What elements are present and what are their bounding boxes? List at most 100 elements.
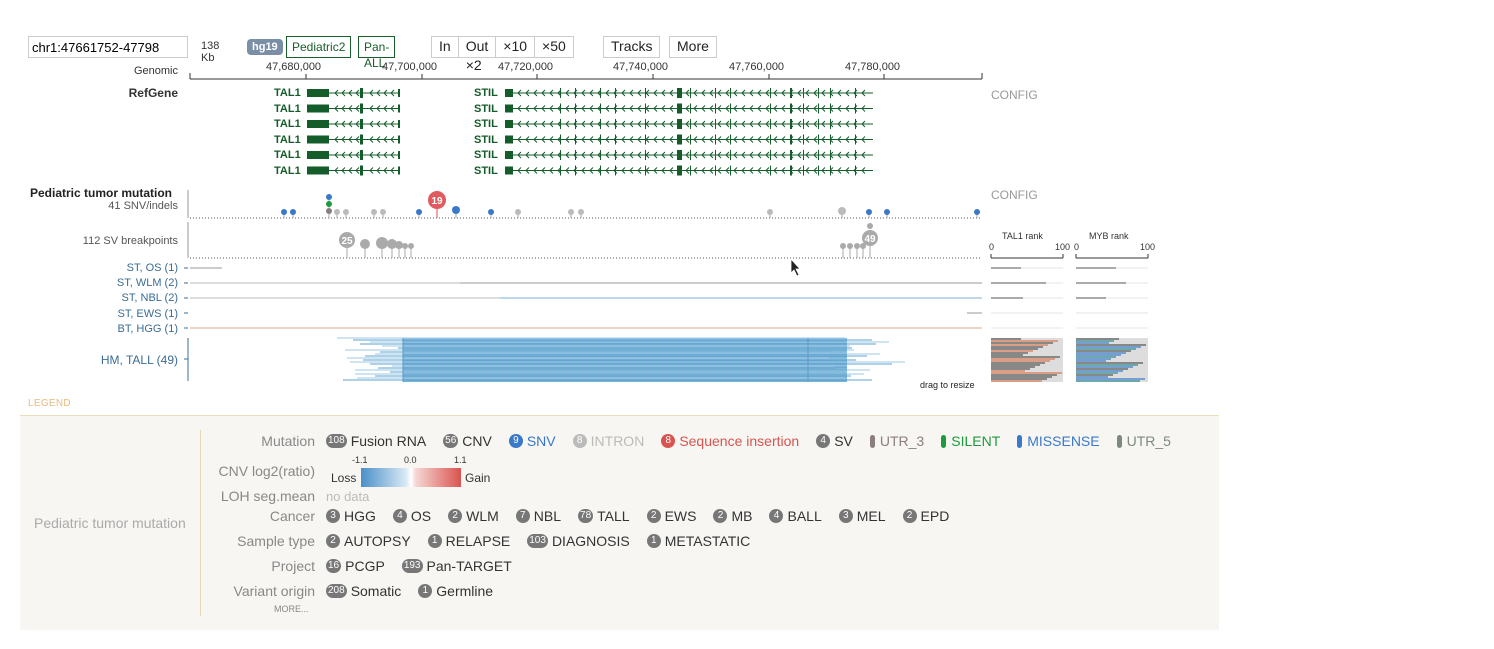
legend-item[interactable]: UTR_3: [869, 433, 924, 449]
exon: [615, 150, 616, 160]
legend-item[interactable]: 4 OS: [392, 508, 432, 524]
snv-dot[interactable]: [767, 209, 773, 215]
exon: [730, 88, 731, 98]
exon: [360, 165, 363, 176]
legend-item-label: INTRON: [590, 433, 645, 449]
mutation-lollipops[interactable]: 19 25 49: [187, 190, 982, 259]
cnv-max-value: 1.1: [454, 455, 467, 465]
snv-dot[interactable]: [568, 209, 574, 215]
snv-dot[interactable]: [290, 209, 296, 215]
snv-dot[interactable]: [281, 209, 287, 215]
count-badge: 193: [401, 559, 423, 573]
exon: [307, 104, 329, 113]
legend-item[interactable]: 8 INTRON: [572, 433, 645, 449]
sv-dot[interactable]: [408, 243, 414, 249]
legend-item[interactable]: 4 BALL: [769, 508, 822, 524]
exon: [575, 88, 576, 98]
legend-item[interactable]: 16 PCGP: [326, 558, 385, 574]
snv-dot[interactable]: [334, 209, 340, 215]
legend-item[interactable]: 7 NBL: [515, 508, 562, 524]
exon: [730, 103, 731, 114]
legend-item[interactable]: 3 HGG: [326, 508, 376, 524]
legend-item[interactable]: 2 EWS: [646, 508, 696, 524]
sv-dot[interactable]: [395, 241, 403, 249]
legend-item[interactable]: 78 TALL: [578, 508, 630, 524]
snv-dot[interactable]: [343, 209, 349, 215]
legend-item-label: AUTOPSY: [344, 533, 411, 549]
snv-dot[interactable]: [371, 209, 377, 215]
sv-dot[interactable]: [376, 237, 388, 249]
snv-dot[interactable]: [326, 208, 332, 214]
legend-item-label: NBL: [533, 508, 562, 524]
exon: [505, 120, 513, 128]
sv-dot[interactable]: [867, 223, 873, 229]
legend-origin-label: Variant origin: [233, 583, 315, 599]
legend-item-label: SNV: [526, 433, 556, 449]
legend-item[interactable]: 8 Sequence insertion: [661, 433, 799, 449]
legend-item-label: Somatic: [350, 583, 402, 599]
sv-dot[interactable]: [360, 239, 370, 249]
mouse-cursor-icon: [790, 257, 801, 277]
count-badge: 2: [646, 509, 661, 523]
snv-dot[interactable]: [838, 207, 846, 215]
legend-item[interactable]: 193 Pan-TARGET: [401, 558, 512, 574]
legend-item[interactable]: 103 DIAGNOSIS: [527, 533, 630, 549]
legend-item[interactable]: 2 AUTOPSY: [326, 533, 411, 549]
legend-item-label: MISSENSE: [1027, 433, 1100, 449]
exon: [615, 165, 616, 176]
sv-dot[interactable]: [847, 243, 853, 249]
legend-item[interactable]: 2 WLM: [448, 508, 499, 524]
exon: [307, 166, 329, 175]
sv-dot[interactable]: [840, 243, 846, 249]
legend-header[interactable]: LEGEND: [28, 398, 71, 409]
legend-item[interactable]: 3 MEL: [838, 508, 886, 524]
class-color-swatch: [869, 434, 875, 448]
exon: [600, 119, 601, 129]
exon: [360, 88, 363, 98]
refgene-transcripts[interactable]: [307, 88, 873, 176]
snv-dot[interactable]: [884, 209, 890, 215]
sv-dot[interactable]: [854, 243, 860, 249]
legend-item[interactable]: UTR_5: [1116, 433, 1171, 449]
legend-item[interactable]: 4 SV: [816, 433, 853, 449]
snv-dot[interactable]: [326, 194, 332, 200]
exon: [770, 165, 771, 176]
snv-dot[interactable]: [488, 209, 494, 215]
count-badge: 4: [816, 434, 831, 448]
sample-tracks[interactable]: [184, 267, 982, 382]
snv-dot[interactable]: [452, 206, 460, 214]
exon: [690, 88, 691, 98]
snv-dot[interactable]: [326, 201, 332, 207]
snv-dot[interactable]: [380, 209, 386, 215]
legend-item[interactable]: 2 EPD: [902, 508, 949, 524]
legend-item[interactable]: 208 Somatic: [326, 583, 401, 599]
count-badge: 208: [326, 584, 347, 598]
snv-dot[interactable]: [578, 209, 584, 215]
browser-graphics[interactable]: 19 25 49: [0, 0, 1494, 400]
snv-dot[interactable]: [974, 209, 980, 215]
exon: [730, 165, 731, 176]
legend-more-link[interactable]: MORE...: [274, 604, 309, 614]
exon: [307, 135, 329, 144]
legend-item[interactable]: 1 METASTATIC: [646, 533, 750, 549]
legend-loh-label: LOH seg.mean: [220, 488, 315, 504]
legend-item[interactable]: 9 SNV: [508, 433, 556, 449]
snv-dot[interactable]: [866, 209, 872, 215]
cnv-gradient: [361, 468, 461, 487]
legend-item[interactable]: 1 Germline: [418, 583, 493, 599]
snv-dot[interactable]: [416, 209, 422, 215]
legend-sample-label: Sample type: [237, 533, 315, 549]
exon: [715, 134, 716, 145]
legend-origin-row: 208 Somatic 1 Germline: [326, 582, 510, 600]
legend-item[interactable]: SILENT: [941, 433, 1000, 449]
legend-item-label: OS: [410, 508, 432, 524]
legend-item[interactable]: 56 CNV: [443, 433, 492, 449]
legend-item[interactable]: 1 RELAPSE: [427, 533, 510, 549]
sv-dot[interactable]: [402, 243, 408, 249]
legend-item[interactable]: 108 Fusion RNA: [326, 433, 426, 449]
count-badge: 2: [713, 509, 728, 523]
legend-item[interactable]: 2 MB: [713, 508, 752, 524]
exon: [575, 103, 576, 114]
snv-dot[interactable]: [515, 209, 521, 215]
legend-item[interactable]: MISSENSE: [1017, 433, 1100, 449]
